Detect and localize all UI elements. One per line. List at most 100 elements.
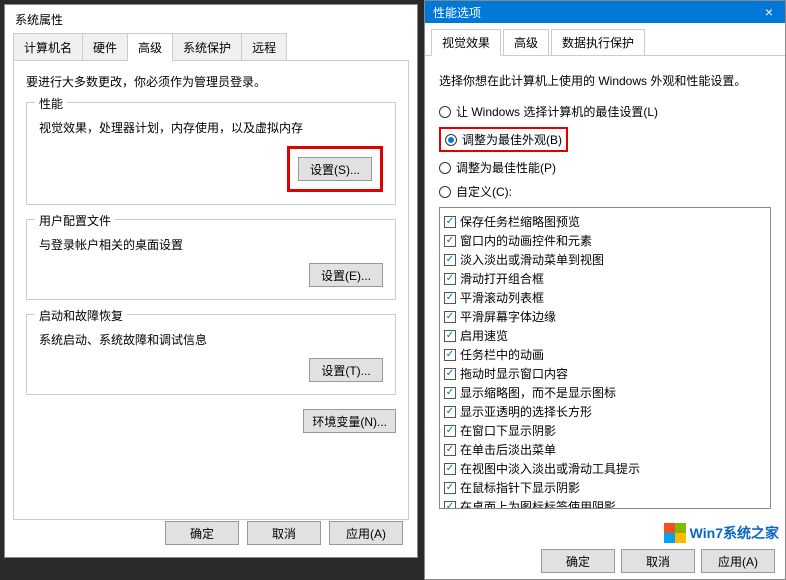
check-item[interactable]: 拖动时显示窗口内容	[442, 364, 768, 383]
close-icon[interactable]: ×	[753, 1, 785, 23]
cancel-button-right[interactable]: 取消	[621, 549, 695, 573]
radio-label: 调整为最佳性能(P)	[456, 159, 556, 176]
check-label: 显示缩略图，而不是显示图标	[460, 384, 616, 401]
right-dialog-buttons: 确定 取消 应用(A)	[541, 549, 775, 573]
group-user-profile: 用户配置文件 与登录帐户相关的桌面设置 设置(E)...	[26, 219, 396, 300]
admin-message: 要进行大多数更改，你必须作为管理员登录。	[26, 73, 396, 90]
right-tabs: 视觉效果 高级 数据执行保护	[425, 23, 785, 56]
checkbox-icon	[444, 425, 456, 437]
check-item[interactable]: 平滑屏幕字体边缘	[442, 307, 768, 326]
watermark: Win7系统之家	[664, 523, 779, 543]
radio-label: 调整为最佳外观(B)	[462, 131, 562, 148]
group-startup-recovery: 启动和故障恢复 系统启动、系统故障和调试信息 设置(T)...	[26, 314, 396, 395]
check-label: 在视图中淡入淡出或滑动工具提示	[460, 460, 640, 477]
check-label: 启用速览	[460, 327, 508, 344]
group-text-startup: 系统启动、系统故障和调试信息	[39, 331, 383, 348]
settings-performance-button[interactable]: 设置(S)...	[298, 157, 372, 181]
apply-button-right[interactable]: 应用(A)	[701, 549, 775, 573]
performance-options-window: 性能选项 × 视觉效果 高级 数据执行保护 选择你想在此计算机上使用的 Wind…	[424, 0, 786, 580]
check-label: 拖动时显示窗口内容	[460, 365, 568, 382]
group-text-performance: 视觉效果，处理器计划，内存使用，以及虚拟内存	[39, 119, 383, 136]
settings-startup-button[interactable]: 设置(T)...	[309, 358, 383, 382]
checkbox-icon	[444, 330, 456, 342]
tab-system-protection[interactable]: 系统保护	[172, 33, 242, 61]
check-label: 任务栏中的动画	[460, 346, 544, 363]
check-item[interactable]: 在鼠标指针下显示阴影	[442, 478, 768, 497]
checkbox-icon	[444, 349, 456, 361]
window-title-right: 性能选项 ×	[425, 1, 785, 23]
tab-advanced-right[interactable]: 高级	[503, 29, 549, 55]
checkbox-icon	[444, 216, 456, 228]
checkbox-icon	[444, 311, 456, 323]
group-title-startup: 启动和故障恢复	[35, 307, 127, 324]
radio-let-windows[interactable]: 让 Windows 选择计算机的最佳设置(L)	[439, 103, 771, 120]
env-vars-button[interactable]: 环境变量(N)...	[303, 409, 396, 433]
check-label: 保存任务栏缩略图预览	[460, 213, 580, 230]
dialog-buttons: 确定 取消 应用(A)	[165, 521, 403, 545]
check-item[interactable]: 在视图中淡入淡出或滑动工具提示	[442, 459, 768, 478]
radio-custom[interactable]: 自定义(C):	[439, 183, 771, 200]
checkbox-icon	[444, 501, 456, 510]
checkbox-icon	[444, 254, 456, 266]
check-label: 淡入淡出或滑动菜单到视图	[460, 251, 604, 268]
check-item[interactable]: 在桌面上为图标标签使用阴影	[442, 497, 768, 509]
check-item[interactable]: 在窗口下显示阴影	[442, 421, 768, 440]
radio-label: 让 Windows 选择计算机的最佳设置(L)	[456, 103, 658, 120]
check-item[interactable]: 任务栏中的动画	[442, 345, 768, 364]
tab-body-advanced: 要进行大多数更改，你必须作为管理员登录。 性能 视觉效果，处理器计划，内存使用，…	[13, 60, 409, 520]
check-label: 在窗口下显示阴影	[460, 422, 556, 439]
checkbox-icon	[444, 368, 456, 380]
tabs-row: 计算机名 硬件 高级 系统保护 远程	[13, 33, 409, 61]
check-label: 显示亚透明的选择长方形	[460, 403, 592, 420]
check-label: 在单击后淡出菜单	[460, 441, 556, 458]
radio-label: 自定义(C):	[456, 183, 512, 200]
radio-icon	[439, 162, 451, 174]
settings-profile-button[interactable]: 设置(E)...	[309, 263, 383, 287]
checkbox-icon	[444, 444, 456, 456]
group-title-performance: 性能	[35, 95, 67, 112]
check-item[interactable]: 淡入淡出或滑动菜单到视图	[442, 250, 768, 269]
radio-best-performance[interactable]: 调整为最佳性能(P)	[439, 159, 771, 176]
check-item[interactable]: 启用速览	[442, 326, 768, 345]
effects-checklist[interactable]: 保存任务栏缩略图预览窗口内的动画控件和元素淡入淡出或滑动菜单到视图滑动打开组合框…	[439, 207, 771, 509]
check-item[interactable]: 滑动打开组合框	[442, 269, 768, 288]
tab-advanced[interactable]: 高级	[127, 33, 173, 61]
check-item[interactable]: 在单击后淡出菜单	[442, 440, 768, 459]
title-text: 性能选项	[433, 6, 481, 20]
checkbox-icon	[444, 406, 456, 418]
window-title: 系统属性	[5, 5, 417, 33]
check-item[interactable]: 窗口内的动画控件和元素	[442, 231, 768, 250]
ok-button-right[interactable]: 确定	[541, 549, 615, 573]
check-label: 平滑屏幕字体边缘	[460, 308, 556, 325]
checkbox-icon	[444, 482, 456, 494]
tab-visual-effects[interactable]: 视觉效果	[431, 29, 501, 56]
cancel-button[interactable]: 取消	[247, 521, 321, 545]
checkbox-icon	[444, 387, 456, 399]
tab-remote[interactable]: 远程	[241, 33, 287, 61]
ok-button[interactable]: 确定	[165, 521, 239, 545]
radio-best-appearance[interactable]: 调整为最佳外观(B)	[439, 127, 568, 152]
check-label: 平滑滚动列表框	[460, 289, 544, 306]
check-label: 在桌面上为图标标签使用阴影	[460, 498, 616, 509]
apply-button[interactable]: 应用(A)	[329, 521, 403, 545]
check-item[interactable]: 显示亚透明的选择长方形	[442, 402, 768, 421]
radio-icon	[445, 134, 457, 146]
radio-icon	[439, 106, 451, 118]
check-item[interactable]: 显示缩略图，而不是显示图标	[442, 383, 768, 402]
tab-hardware[interactable]: 硬件	[82, 33, 128, 61]
tab-dep[interactable]: 数据执行保护	[551, 29, 645, 55]
highlight-box: 设置(S)...	[287, 146, 383, 192]
group-performance: 性能 视觉效果，处理器计划，内存使用，以及虚拟内存 设置(S)...	[26, 102, 396, 205]
checkbox-icon	[444, 292, 456, 304]
check-label: 在鼠标指针下显示阴影	[460, 479, 580, 496]
check-item[interactable]: 平滑滚动列表框	[442, 288, 768, 307]
windows-flag-icon	[664, 523, 686, 543]
watermark-text: Win7系统之家	[690, 523, 779, 543]
check-label: 滑动打开组合框	[460, 270, 544, 287]
checkbox-icon	[444, 235, 456, 247]
group-title-profile: 用户配置文件	[35, 212, 115, 229]
right-body: 选择你想在此计算机上使用的 Windows 外观和性能设置。 让 Windows…	[425, 56, 785, 519]
check-item[interactable]: 保存任务栏缩略图预览	[442, 212, 768, 231]
tab-computer-name[interactable]: 计算机名	[13, 33, 83, 61]
description: 选择你想在此计算机上使用的 Windows 外观和性能设置。	[439, 72, 771, 89]
